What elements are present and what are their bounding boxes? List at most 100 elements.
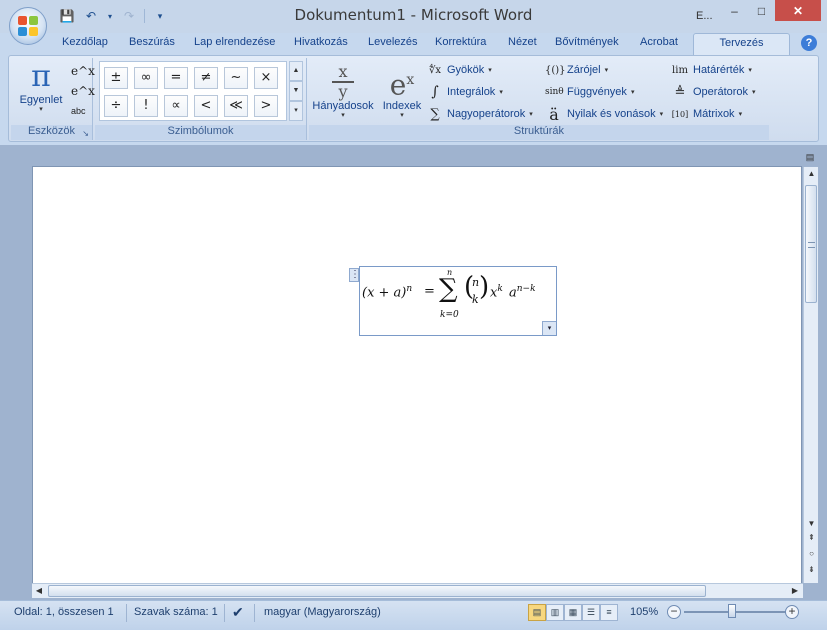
limit-button[interactable]: lim Határérték ▾ xyxy=(671,61,752,79)
full-screen-reading-icon[interactable]: ▥ xyxy=(546,604,564,621)
zoom-level[interactable]: 105% xyxy=(630,606,658,618)
symbol-times[interactable]: × xyxy=(254,67,278,89)
office-button[interactable] xyxy=(9,7,47,45)
symbol-not-equal[interactable]: ≠ xyxy=(194,67,218,89)
zoom-slider-thumb[interactable] xyxy=(728,604,736,618)
scroll-up-icon[interactable]: ▲ xyxy=(804,167,819,181)
symbol-gallery: ± ∞ = ≠ ~ × ÷ ! ∝ < ≪ > xyxy=(99,61,287,121)
tab-acrobat[interactable]: Acrobat xyxy=(640,36,678,48)
symbol-tilde[interactable]: ~ xyxy=(224,67,248,89)
minimize-button[interactable]: – xyxy=(721,0,748,21)
tab-nezet[interactable]: Nézet xyxy=(508,36,537,48)
scroll-up-icon[interactable]: ▲ xyxy=(289,61,303,81)
bracket-button[interactable]: {()} Zárójel ▾ xyxy=(545,61,608,79)
tab-beszuras[interactable]: Beszúrás xyxy=(129,36,175,48)
symbol-less-than[interactable]: < xyxy=(194,95,218,117)
operator-button[interactable]: ≜ Operátorok ▾ xyxy=(671,83,756,101)
tab-korrektura[interactable]: Korrektúra xyxy=(435,36,486,48)
chevron-down-icon: ▾ xyxy=(39,106,43,113)
tab-tervezes[interactable]: Tervezés xyxy=(693,33,790,56)
status-separator xyxy=(126,604,127,622)
gallery-expand-icon[interactable]: ▾ xyxy=(289,101,303,121)
symbol-greater-than[interactable]: > xyxy=(254,95,278,117)
tab-hivatkozas[interactable]: Hivatkozás xyxy=(294,36,348,48)
previous-page-icon[interactable]: ⇞ xyxy=(804,531,819,545)
ribbon: π Egyenlet ▾ e^x e^x abc Eszközök ↘ ± ∞ … xyxy=(8,55,819,142)
function-button[interactable]: sinθ Függvények ▾ xyxy=(545,83,634,101)
zoom-in-icon[interactable]: + xyxy=(785,605,799,619)
next-page-icon[interactable]: ⇟ xyxy=(804,563,819,577)
binomial-right-paren: ) xyxy=(479,272,490,302)
group-szimbolumok: ± ∞ = ≠ ~ × ÷ ! ∝ < ≪ > ▲ ▼ ▾ Szimbólumo… xyxy=(95,58,307,140)
word-count[interactable]: Szavak száma: 1 xyxy=(134,606,218,618)
equation-button[interactable]: π Egyenlet ▾ xyxy=(17,60,65,122)
normal-text-icon[interactable]: abc xyxy=(71,102,89,120)
ribbon-tabs: Kezdőlap Beszúrás Lap elrendezése Hivatk… xyxy=(0,33,827,56)
equation-box[interactable]: (x + a)n = n ∑ k=0 ( n k ) xk an−k ▾ xyxy=(359,266,557,336)
outline-view-icon[interactable]: ☰ xyxy=(582,604,600,621)
browse-object-icon[interactable]: ○ xyxy=(804,547,819,561)
script-label: Indexek xyxy=(382,100,422,112)
symbol-proportional[interactable]: ∝ xyxy=(164,95,188,117)
matrix-button[interactable]: [10] Mátrixok ▾ xyxy=(671,105,742,123)
tab-lap-elrendezese[interactable]: Lap elrendezése xyxy=(194,36,275,48)
language-indicator[interactable]: magyar (Magyarország) xyxy=(264,606,381,618)
chevron-down-icon: ▾ xyxy=(341,112,345,119)
group-label-szimbolumok: Szimbólumok xyxy=(95,125,306,140)
vertical-scroll-thumb[interactable] xyxy=(805,185,817,303)
scroll-right-icon[interactable]: ▶ xyxy=(788,584,802,598)
symbol-divide[interactable]: ÷ xyxy=(104,95,128,117)
web-layout-icon[interactable]: ▦ xyxy=(564,604,582,621)
sum-symbol: ∑ xyxy=(439,274,458,304)
symbol-plus-minus[interactable]: ± xyxy=(104,67,128,89)
symbol-factorial[interactable]: ! xyxy=(134,95,158,117)
linear-format-icon[interactable]: e^x xyxy=(71,82,95,100)
symbol-much-less-than[interactable]: ≪ xyxy=(224,95,248,117)
help-icon[interactable]: ? xyxy=(801,35,817,51)
fraction-button[interactable]: x y Hányadosok ▾ xyxy=(309,60,377,120)
fraction-label: Hányadosok xyxy=(312,100,374,112)
tab-kezdolap[interactable]: Kezdőlap xyxy=(62,36,108,48)
vertical-scrollbar[interactable]: ▲ ▼ ⇞ ○ ⇟ xyxy=(803,167,818,583)
horizontal-scrollbar[interactable]: ◀ ▶ xyxy=(32,583,803,598)
page-count[interactable]: Oldal: 1, összesen 1 xyxy=(14,606,114,618)
radical-label: Gyökök xyxy=(447,64,485,76)
proofing-icon[interactable]: ✔ xyxy=(232,604,244,621)
tab-levelezes[interactable]: Levelezés xyxy=(368,36,418,48)
integral-icon: ∫ xyxy=(431,84,439,100)
scroll-down-icon[interactable]: ▼ xyxy=(804,517,819,531)
script-button[interactable]: ex Indexek ▾ xyxy=(379,60,425,120)
zoom-out-icon[interactable]: − xyxy=(667,605,681,619)
term-x: xk xyxy=(490,284,503,300)
document-page[interactable] xyxy=(32,166,802,586)
symbol-gallery-scroll: ▲ ▼ ▾ xyxy=(289,61,303,121)
maximize-button[interactable]: □ xyxy=(748,0,775,21)
group-eszkozok: π Egyenlet ▾ e^x e^x abc Eszközök ↘ xyxy=(11,58,95,140)
horizontal-scroll-thumb[interactable] xyxy=(48,585,706,597)
integral-button[interactable]: ∫ Integrálok ▾ xyxy=(427,83,502,101)
equation-handle-icon[interactable]: ⋮ xyxy=(349,268,360,282)
scroll-left-icon[interactable]: ◀ xyxy=(32,584,46,598)
operator-icon: ≜ xyxy=(674,84,686,100)
large-operator-button[interactable]: ∑ Nagyoperátorok ▾ xyxy=(427,105,532,123)
radical-button[interactable]: ∜x Gyökök ▾ xyxy=(427,61,492,79)
close-button[interactable]: ✕ xyxy=(775,0,821,21)
professional-format-icon[interactable]: e^x xyxy=(71,62,95,80)
scroll-down-icon[interactable]: ▼ xyxy=(289,81,303,101)
symbol-equals[interactable]: = xyxy=(164,67,188,89)
dialog-launcher-icon[interactable]: ↘ xyxy=(82,129,89,138)
print-layout-icon[interactable]: ▤ xyxy=(528,604,546,621)
scroll-grip-icon xyxy=(808,242,815,248)
equation-options-icon[interactable]: ▾ xyxy=(542,321,556,335)
chevron-down-icon: ▾ xyxy=(400,112,404,119)
fraction-denominator: y xyxy=(338,82,348,101)
chevron-down-icon: ▾ xyxy=(748,67,752,74)
accent-button[interactable]: ä Nyilak és vonások ▾ xyxy=(545,105,663,124)
ruler-toggle-icon[interactable]: ▤ xyxy=(803,152,817,164)
matrix-icon: [10] xyxy=(671,109,689,119)
draft-view-icon[interactable]: ≡ xyxy=(600,604,618,621)
operator-label: Operátorok xyxy=(693,86,749,98)
symbol-infinity[interactable]: ∞ xyxy=(134,67,158,89)
office-logo-icon xyxy=(18,16,38,36)
tab-bovitmenyek[interactable]: Bővítmények xyxy=(555,36,619,48)
